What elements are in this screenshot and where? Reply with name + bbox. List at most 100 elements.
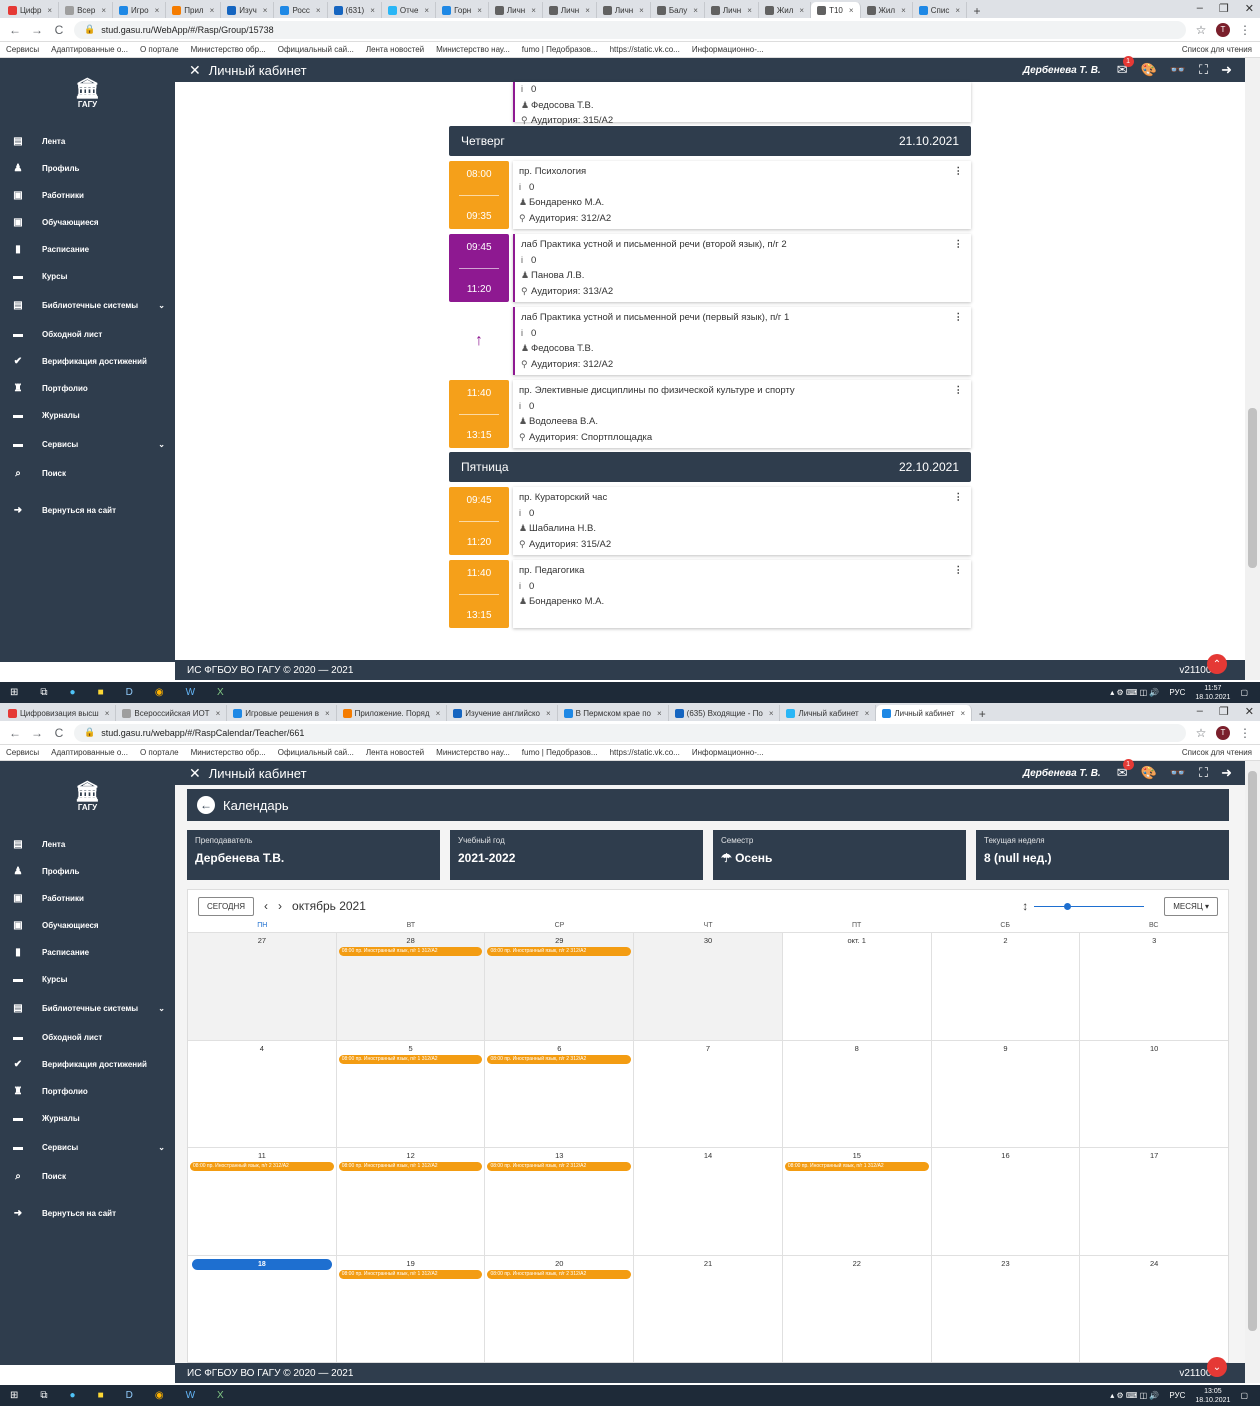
- browser-tab[interactable]: Всер ×: [59, 2, 113, 18]
- chrome-icon[interactable]: ◉: [155, 687, 164, 698]
- bookmark-item[interactable]: https://static.vk.co...: [610, 748, 680, 757]
- word-icon[interactable]: W: [186, 687, 195, 698]
- sidebar-item[interactable]: ▣ Обучающиеся: [0, 912, 175, 939]
- calendar-day[interactable]: 4: [188, 1040, 337, 1147]
- browser-tab[interactable]: Личн ×: [543, 2, 597, 18]
- sidebar-item[interactable]: ▣ Работники: [0, 885, 175, 912]
- palette-icon[interactable]: 🎨: [1141, 62, 1157, 78]
- browser-tab[interactable]: Горн ×: [436, 2, 489, 18]
- menu-kebab-icon[interactable]: ⋮: [1238, 23, 1252, 37]
- browser-tab[interactable]: Личн ×: [489, 2, 543, 18]
- clock[interactable]: 11:57 18.10.2021: [1195, 684, 1230, 702]
- sidebar-item[interactable]: ⌕ Поиск: [0, 1163, 175, 1190]
- tab-close-icon[interactable]: ×: [260, 6, 268, 15]
- reading-list-button[interactable]: Список для чтения: [1182, 748, 1260, 757]
- calendar-event[interactable]: 08:00 пр. Иностранный язык, п/г 2 312/А2: [487, 1269, 632, 1279]
- calendar-event[interactable]: 08:00 пр. Иностранный язык, п/г 2 312/А2: [487, 947, 632, 956]
- lesson-card[interactable]: ⋮ пр. Элективные дисциплины по физической…: [513, 380, 971, 448]
- tab-close-icon[interactable]: ×: [636, 6, 644, 15]
- chrome-icon[interactable]: ◉: [155, 1390, 164, 1401]
- reload-icon[interactable]: C: [52, 726, 66, 740]
- calendar-event[interactable]: 08:00 пр. Иностранный язык, п/г 1 312/А2: [784, 1162, 929, 1171]
- bookmark-item[interactable]: Лента новостей: [366, 45, 424, 54]
- more-options-icon[interactable]: ⋮: [954, 563, 964, 579]
- browser-tab[interactable]: В Пермском крае по ×: [558, 705, 669, 721]
- bookmark-item[interactable]: О портале: [140, 45, 179, 54]
- calendar-day[interactable]: 20 08:00 пр. Иностранный язык, п/г 2 312/…: [485, 1255, 635, 1362]
- sidebar-item[interactable]: ▬ Обходной лист: [0, 321, 175, 348]
- sidebar-item[interactable]: ▬ Журналы: [0, 1105, 175, 1132]
- calendar-day[interactable]: 11 08:00 пр. Иностранный язык, п/г 2 312/…: [188, 1148, 337, 1255]
- mail-icon[interactable]: ✉ 1: [1117, 759, 1134, 781]
- edge-icon[interactable]: ●: [70, 687, 76, 698]
- lesson-card[interactable]: ⋮ пр. Педагогика i 0 ♟ Бондаренко М.А.: [513, 560, 971, 628]
- sidebar-item[interactable]: ♜ Портфолио: [0, 375, 175, 402]
- bookmark-item[interactable]: Официальный сай...: [278, 45, 354, 54]
- browser-tab[interactable]: Жил ×: [759, 2, 812, 18]
- lesson-card[interactable]: ⋮ лаб Практика устной и письменной речи (…: [513, 234, 971, 302]
- sidebar-item[interactable]: ♟ Профиль: [0, 858, 175, 885]
- tab-close-icon[interactable]: ×: [654, 709, 662, 718]
- page-scrollbar[interactable]: [1245, 58, 1260, 680]
- calendar-event[interactable]: 08:00 пр. Иностранный язык, п/г 2 312/А2: [487, 1162, 632, 1171]
- calendar-day[interactable]: 29 08:00 пр. Иностранный язык, п/г 2 312/…: [485, 933, 635, 1040]
- calendar-day[interactable]: 15 08:00 пр. Иностранный язык, п/г 1 312/…: [783, 1148, 932, 1255]
- lesson-card[interactable]: ⋮ лаб Практика устной и письменной речи (…: [513, 307, 971, 375]
- scrollbar-thumb[interactable]: [1248, 408, 1257, 568]
- new-tab-icon[interactable]: +: [967, 4, 987, 18]
- tab-close-icon[interactable]: ×: [582, 6, 590, 15]
- tab-close-icon[interactable]: ×: [796, 6, 804, 15]
- lesson-card[interactable]: i0 ♟ Федосова Т.В. ⚲ Аудитория: 315/А2: [513, 82, 971, 126]
- user-name[interactable]: Дербенева Т. В.: [1023, 768, 1101, 779]
- calendar-day[interactable]: 17: [1080, 1148, 1228, 1255]
- tab-close-icon[interactable]: ×: [98, 6, 106, 15]
- calendar-day[interactable]: 30: [634, 933, 783, 1040]
- browser-tab[interactable]: Всероссийская ИОТ ×: [116, 705, 228, 721]
- tab-close-icon[interactable]: ×: [846, 6, 854, 15]
- sidebar-item[interactable]: ▬ Курсы: [0, 263, 175, 290]
- sidebar-item[interactable]: ▮ Расписание: [0, 939, 175, 966]
- tray-icons[interactable]: ▴ ⚙ ⌨ ◫ 🔊: [1110, 688, 1159, 697]
- browser-tab[interactable]: Изуч ×: [221, 2, 275, 18]
- browser-tab[interactable]: Цифровизация высш ×: [2, 705, 117, 721]
- browser-tab[interactable]: Росс ×: [274, 2, 328, 18]
- calendar-day[interactable]: 18: [188, 1255, 337, 1362]
- bookmark-item[interactable]: Адаптированные о...: [51, 45, 128, 54]
- calendar-day[interactable]: 8: [783, 1040, 932, 1147]
- fullscreen-icon[interactable]: ⛶: [1199, 765, 1208, 781]
- bookmark-item[interactable]: Официальный сай...: [278, 748, 354, 757]
- back-icon[interactable]: ←: [8, 23, 22, 37]
- calendar-day[interactable]: 13 08:00 пр. Иностранный язык, п/г 2 312/…: [485, 1148, 635, 1255]
- excel-icon[interactable]: X: [217, 1390, 224, 1401]
- star-icon[interactable]: ☆: [1194, 23, 1208, 37]
- tab-close-icon[interactable]: ×: [862, 709, 870, 718]
- calendar-day[interactable]: 27: [188, 933, 337, 1040]
- lesson-card[interactable]: ⋮ пр. Психология i 0 ♟ Бондаренко М.А. ⚲ Аудито…: [513, 161, 971, 229]
- bookmark-item[interactable]: fumo | Педобразов...: [522, 748, 598, 757]
- browser-tab[interactable]: Личный кабинет ×: [780, 705, 877, 721]
- back-icon[interactable]: ←: [8, 726, 22, 740]
- mail-icon[interactable]: ✉ 1: [1117, 56, 1134, 78]
- sidebar-item[interactable]: ▤ Библиотечные системы ⌄: [0, 993, 175, 1024]
- bookmark-item[interactable]: Министерство нау...: [436, 45, 510, 54]
- logout-icon[interactable]: ➜: [1221, 765, 1232, 781]
- tab-close-icon[interactable]: ×: [543, 709, 551, 718]
- sidebar-item[interactable]: ▬ Журналы: [0, 402, 175, 429]
- more-options-icon[interactable]: ⋮: [954, 164, 964, 180]
- dell-icon[interactable]: D: [126, 687, 133, 698]
- bookmark-item[interactable]: https://static.vk.co...: [610, 45, 680, 54]
- maximize-icon[interactable]: ❐: [1219, 705, 1229, 718]
- browser-tab[interactable]: Игро ×: [113, 2, 167, 18]
- sidebar-item[interactable]: ▮ Расписание: [0, 236, 175, 263]
- glasses-icon[interactable]: 👓: [1170, 62, 1186, 78]
- view-select[interactable]: МЕСЯЦ ▾: [1164, 896, 1218, 916]
- tab-close-icon[interactable]: ×: [958, 709, 966, 718]
- slider-track[interactable]: [1034, 902, 1145, 910]
- clock[interactable]: 13:05 18.10.2021: [1195, 1387, 1230, 1405]
- close-window-icon[interactable]: ✕: [1245, 2, 1254, 15]
- reload-icon[interactable]: C: [52, 23, 66, 37]
- sidebar-item[interactable]: ▬ Курсы: [0, 966, 175, 993]
- calendar-day[interactable]: 24: [1080, 1256, 1228, 1363]
- excel-icon[interactable]: X: [217, 687, 224, 698]
- palette-icon[interactable]: 🎨: [1141, 765, 1157, 781]
